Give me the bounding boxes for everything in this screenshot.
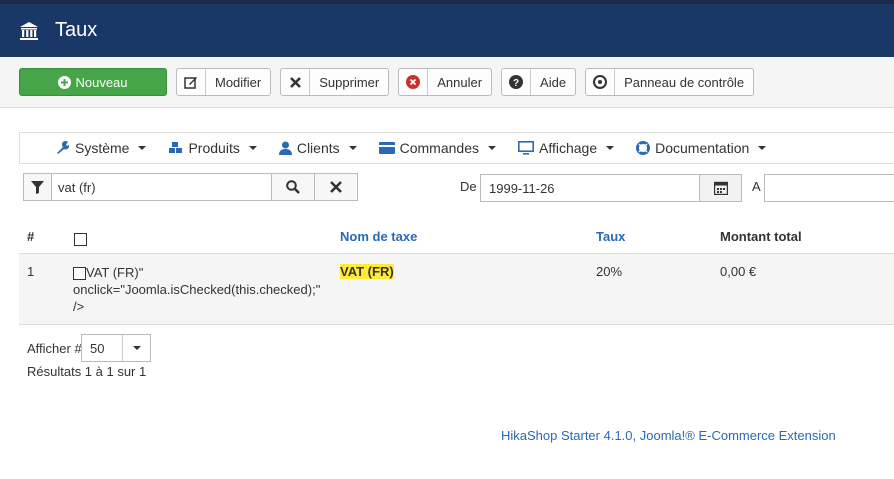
help-button[interactable]: ? Aide	[501, 68, 577, 96]
row-total: 0,00 €	[720, 264, 757, 279]
col-total-header: Montant total	[720, 229, 802, 244]
card-icon	[378, 142, 395, 154]
menu-item-documentation[interactable]: Documentation	[636, 140, 767, 156]
to-date-label: A	[752, 179, 761, 194]
edit-button-label: Modifier	[215, 74, 262, 90]
edit-button[interactable]: Modifier	[176, 68, 272, 96]
page-header: Taux	[0, 4, 894, 57]
lifebuoy-icon	[636, 141, 651, 155]
select-all-checkbox[interactable]	[74, 233, 87, 246]
menu-item-systeme[interactable]: Système	[56, 140, 147, 156]
clear-search-button[interactable]	[315, 173, 358, 201]
menu-item-affichage[interactable]: Affichage	[518, 140, 615, 156]
row-raw-text: VAT (FR)" onclick="Joomla.isChecked(this…	[73, 264, 320, 315]
row-tax-name[interactable]: VAT (FR)	[340, 264, 394, 279]
edit-icon	[177, 69, 206, 95]
delete-button[interactable]: Supprimer	[280, 68, 390, 96]
display-count-value: 50	[82, 335, 123, 361]
search-filter-group: vat (fr)	[23, 173, 358, 202]
user-icon	[278, 141, 292, 155]
tax-table: # Nom de taxe Taux Montant total 1 VAT (…	[19, 218, 894, 325]
caret-down-icon	[248, 146, 257, 150]
cubes-icon	[169, 142, 183, 153]
table-header: # Nom de taxe Taux Montant total	[19, 218, 894, 254]
row-rate: 20%	[596, 264, 623, 279]
caret-down-icon	[758, 146, 767, 150]
col-name-header[interactable]: Nom de taxe	[340, 229, 417, 244]
caret-down-icon	[348, 146, 357, 150]
menu-item-label: Clients	[296, 140, 340, 156]
control-panel-button[interactable]: Panneau de contrôle	[585, 68, 755, 96]
from-date-calendar-button[interactable]	[699, 174, 742, 202]
from-date-input[interactable]: 1999-11-26	[480, 174, 700, 202]
row-checkbox[interactable]	[73, 267, 86, 280]
plus-circle-icon	[58, 75, 72, 89]
delete-button-label: Supprimer	[319, 74, 380, 90]
col-rate-header[interactable]: Taux	[596, 229, 625, 244]
from-date-label: De	[460, 179, 477, 194]
menu-item-clients[interactable]: Clients	[278, 140, 357, 156]
to-date-input[interactable]	[764, 174, 894, 202]
caret-down-icon	[138, 146, 147, 150]
help-button-label: Aide	[540, 74, 567, 90]
new-button[interactable]: Nouveau	[19, 68, 167, 96]
cancel-circle-icon	[399, 69, 429, 95]
question-circle-icon: ?	[502, 69, 532, 95]
search-button[interactable]	[272, 173, 315, 201]
main-menu: Système Produits Clients Commandes Affic…	[19, 132, 894, 164]
page-title: Taux	[55, 19, 98, 41]
caret-down-icon	[488, 146, 496, 150]
footer-credit-link[interactable]: HikaShop Starter 4.1.0, Joomla!® E-Comme…	[501, 428, 836, 443]
search-icon	[286, 180, 300, 194]
cancel-button[interactable]: Annuler	[398, 68, 493, 96]
x-icon	[281, 69, 311, 95]
table-row[interactable]: 1 VAT (FR)" onclick="Joomla.isChecked(th…	[19, 254, 894, 325]
display-count-select[interactable]: 50	[81, 334, 151, 362]
wrench-icon	[57, 141, 70, 154]
x-icon	[330, 181, 342, 193]
control-panel-button-label: Panneau de contrôle	[624, 74, 745, 90]
menu-item-label: Affichage	[539, 140, 598, 156]
new-button-label: Nouveau	[75, 74, 128, 90]
monitor-icon	[518, 141, 534, 155]
menu-item-commandes[interactable]: Commandes	[378, 140, 496, 156]
menu-item-label: Documentation	[655, 140, 750, 156]
menu-item-label: Produits	[188, 140, 240, 156]
caret-down-icon	[123, 346, 150, 350]
search-input[interactable]: vat (fr)	[52, 173, 272, 201]
calendar-icon	[713, 181, 728, 195]
caret-down-icon	[606, 146, 615, 150]
col-num-header: #	[27, 229, 35, 244]
menu-item-label: Commandes	[399, 140, 479, 156]
cancel-button-label: Annuler	[437, 74, 483, 90]
svg-text:?: ?	[513, 78, 519, 89]
filter-icon	[23, 173, 52, 201]
menu-item-produits[interactable]: Produits	[168, 140, 257, 156]
display-count-label: Afficher #	[27, 341, 82, 356]
row-raw-line-3: />	[73, 299, 85, 314]
info-circle-icon	[586, 69, 616, 95]
row-raw-line-1: VAT (FR)"	[86, 265, 144, 280]
results-count: Résultats 1 à 1 sur 1	[27, 364, 147, 379]
row-raw-line-2: onclick="Joomla.isChecked(this.checked);…	[73, 282, 321, 297]
menu-item-label: Système	[75, 140, 130, 156]
row-num: 1	[27, 264, 35, 279]
bank-icon	[20, 21, 38, 40]
toolbar: Nouveau Modifier Supprimer Annuler ? Aid…	[0, 57, 894, 108]
